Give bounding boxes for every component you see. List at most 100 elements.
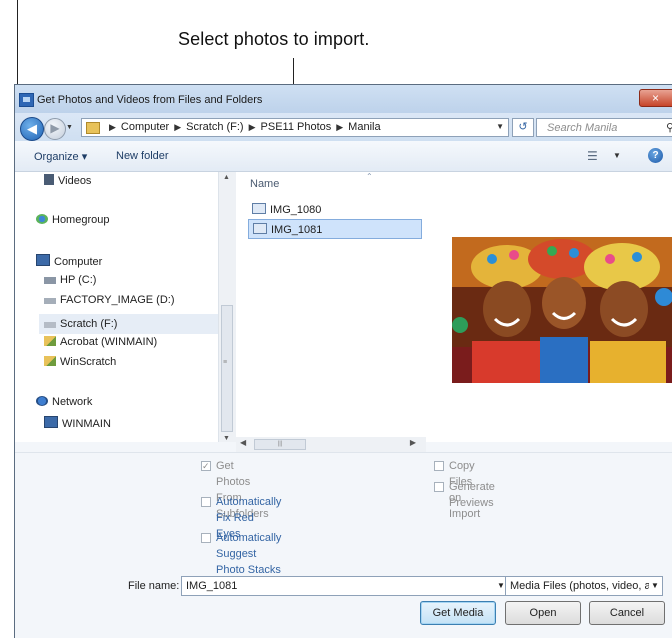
nav-item-videos[interactable]: Videos <box>44 174 91 187</box>
open-button[interactable]: Open <box>505 601 581 625</box>
help-button[interactable]: ? <box>648 148 663 163</box>
preview-photo-image <box>452 237 672 383</box>
checkmark-icon: ✓ <box>202 461 210 471</box>
scroll-grip-icon: ≡ <box>223 359 228 366</box>
file-name: IMG_1080 <box>270 204 322 216</box>
breadcrumb-separator-icon: ▶ <box>174 122 182 132</box>
nav-scrollbar[interactable]: ▲ ≡ ▼ <box>218 172 236 442</box>
breadcrumb-separator-icon: ▶ <box>109 122 116 132</box>
option-label-line: Photo Stacks <box>216 564 281 576</box>
column-header-name[interactable]: Name <box>250 178 279 190</box>
help-icon: ? <box>652 150 659 161</box>
breadcrumb-scratch[interactable]: Scratch (F:) <box>186 121 243 133</box>
nav-item-winscratch[interactable]: WinScratch <box>44 356 116 368</box>
file-type-value: Media Files (photos, video, a <box>510 580 651 592</box>
file-name-value: IMG_1081 <box>186 580 238 592</box>
window-title: Get Photos and Videos from Files and Fol… <box>37 94 263 106</box>
search-placeholder: Search Manila <box>547 122 618 134</box>
nav-label: Network <box>52 396 93 408</box>
network-drive-icon <box>44 336 56 346</box>
network-drive-icon <box>44 356 56 366</box>
file-name-label: File name: <box>128 580 180 592</box>
new-folder-button[interactable]: New folder <box>116 150 169 162</box>
breadcrumb-separator-icon: ▶ <box>336 122 344 132</box>
nav-label: Computer <box>54 256 103 268</box>
file-list: ⌃ Name IMG_1080 IMG_1081 <box>236 172 426 442</box>
nav-item-homegroup[interactable]: Homegroup <box>36 214 109 226</box>
nav-item-winmain[interactable]: WINMAIN <box>44 416 111 430</box>
network-computer-icon <box>44 416 58 428</box>
search-input[interactable]: Search Manila ⚲ <box>536 118 672 137</box>
callout-text: Select photos to import. <box>178 29 370 49</box>
suggest-stacks-label[interactable]: Automatically Suggest Photo Stacks <box>216 530 281 578</box>
nav-item-network[interactable]: Network <box>36 396 92 408</box>
file-type-dropdown-icon[interactable]: ▼ <box>649 581 659 590</box>
title-bar: Get Photos and Videos from Files and Fol… <box>15 85 672 115</box>
forward-button[interactable]: ▶ <box>44 118 66 140</box>
copy-files-checkbox[interactable] <box>434 461 444 471</box>
file-name-dropdown-icon[interactable]: ▼ <box>497 581 505 590</box>
scroll-left-icon[interactable]: ◀ <box>240 438 246 447</box>
command-bar: Organize ▾ New folder ☰ ▼ ? <box>15 141 672 172</box>
drive-icon <box>44 298 56 304</box>
folder-icon <box>86 122 100 134</box>
refresh-icon: ↺ <box>518 121 528 133</box>
file-name-input[interactable]: IMG_1081 ▼ <box>181 576 507 596</box>
nav-label: Videos <box>58 175 92 187</box>
organize-button[interactable]: Organize ▾ <box>34 150 87 163</box>
history-dropdown-icon[interactable]: ▼ <box>66 124 73 131</box>
address-dropdown-icon[interactable]: ▼ <box>496 122 504 131</box>
refresh-button[interactable]: ↺ <box>512 118 534 137</box>
nav-item-acrobat-winmain[interactable]: Acrobat (WINMAIN) <box>44 336 157 348</box>
file-item-img-1080[interactable]: IMG_1080 <box>248 200 422 220</box>
file-list-hscrollbar[interactable]: ◀ ||| ▶ <box>236 437 426 452</box>
close-icon: × <box>652 91 660 105</box>
breadcrumb: ▶ Computer ▶ Scratch (F:) ▶ PSE11 Photos ▶ Mani… <box>104 121 381 133</box>
fix-red-eyes-checkbox[interactable] <box>201 497 211 507</box>
nav-item-hp-c[interactable]: HP (C:) <box>44 274 96 286</box>
breadcrumb-pse11-photos[interactable]: PSE11 Photos <box>261 121 332 133</box>
back-button[interactable]: ◀ <box>20 117 44 141</box>
nav-label: Scratch (F:) <box>60 318 118 330</box>
scroll-up-icon[interactable]: ▲ <box>223 174 230 181</box>
file-type-select[interactable]: Media Files (photos, video, a ▼ <box>505 576 663 596</box>
nav-item-computer[interactable]: Computer <box>36 254 102 268</box>
nav-label: HP (C:) <box>60 274 97 286</box>
get-media-button[interactable]: Get Media <box>420 601 496 625</box>
navigation-pane: Videos Homegroup Computer HP (C:) FACTOR… <box>15 172 218 442</box>
videos-library-icon <box>44 174 54 185</box>
search-icon: ⚲ <box>666 121 672 134</box>
nav-label: Acrobat (WINMAIN) <box>60 336 158 348</box>
view-options-icon[interactable]: ☰ <box>587 149 598 163</box>
address-bar[interactable]: ▶ Computer ▶ Scratch (F:) ▶ PSE11 Photos ▶ Mani… <box>81 118 509 137</box>
option-label-line: Automatically Suggest <box>216 532 282 560</box>
nav-item-scratch-f[interactable]: Scratch (F:) <box>39 314 218 334</box>
nav-label: Homegroup <box>52 214 110 226</box>
nav-item-factory-image-d[interactable]: FACTORY_IMAGE (D:) <box>44 294 175 306</box>
option-label-line: Automatically Fix Red <box>216 496 282 524</box>
computer-icon <box>36 254 50 266</box>
nav-scroll-thumb[interactable] <box>221 305 233 432</box>
nav-label: WINMAIN <box>62 418 111 430</box>
view-dropdown-icon[interactable]: ▼ <box>613 151 621 160</box>
nav-label: FACTORY_IMAGE (D:) <box>60 294 175 306</box>
scroll-down-icon[interactable]: ▼ <box>223 435 230 442</box>
breadcrumb-manila[interactable]: Manila <box>348 121 380 133</box>
cancel-button[interactable]: Cancel <box>589 601 665 625</box>
generate-previews-label: Generate Previews <box>449 481 495 509</box>
suggest-stacks-checkbox[interactable] <box>201 533 211 543</box>
file-name: IMG_1081 <box>271 224 323 236</box>
hscroll-thumb[interactable]: ||| <box>254 439 306 450</box>
generate-previews-checkbox[interactable] <box>434 482 444 492</box>
drive-icon <box>44 277 56 284</box>
close-button[interactable]: × <box>639 89 672 107</box>
breadcrumb-computer[interactable]: Computer <box>121 121 169 133</box>
drive-icon <box>44 322 56 328</box>
preview-pane <box>426 172 672 442</box>
scroll-right-icon[interactable]: ▶ <box>410 438 416 447</box>
breadcrumb-separator-icon: ▶ <box>248 122 256 132</box>
file-item-img-1081[interactable]: IMG_1081 <box>248 219 422 239</box>
image-file-icon <box>252 203 266 214</box>
app-icon <box>19 93 34 107</box>
import-dialog: Get Photos and Videos from Files and Fol… <box>14 84 672 638</box>
